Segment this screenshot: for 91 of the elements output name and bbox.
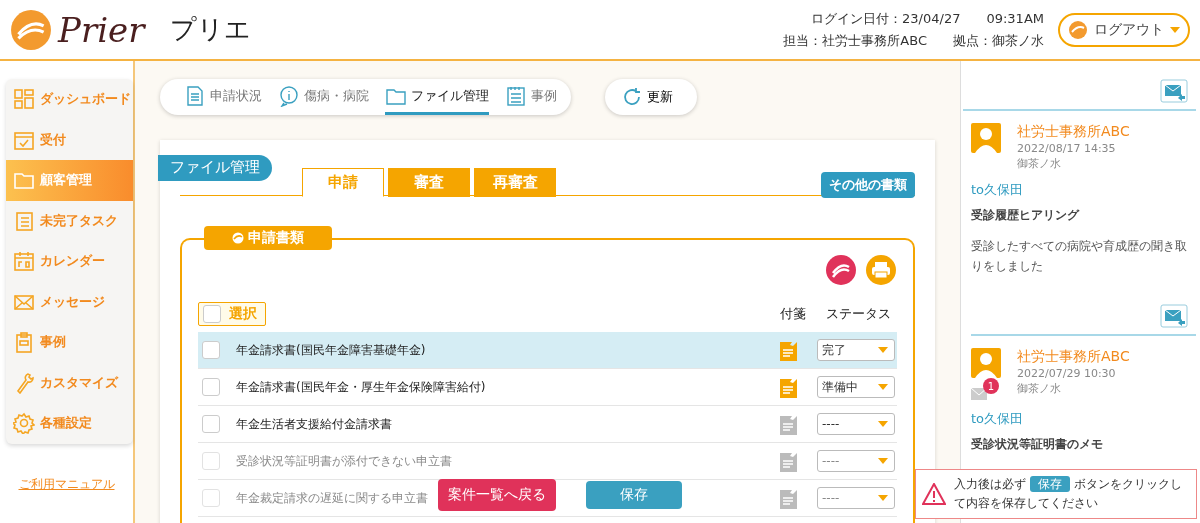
notepad-icon <box>505 84 527 107</box>
logout-button[interactable]: ログアウト <box>1058 12 1190 47</box>
document-icon <box>184 84 206 107</box>
row-checkbox[interactable] <box>202 341 220 359</box>
sidebar-item[interactable]: ダッシュボード <box>6 79 133 120</box>
status-select[interactable]: 準備中 <box>817 376 895 398</box>
print-icon[interactable] <box>865 254 897 286</box>
settings-icon <box>13 412 35 435</box>
document-name: 年金裁定請求の遅延に関する申立書 <box>236 489 428 507</box>
caret-icon <box>1170 26 1180 33</box>
document-name: 受診状況等証明書が添付できない申立書 <box>236 452 452 470</box>
row-checkbox[interactable] <box>202 489 220 507</box>
select-all-checkbox[interactable]: 選択 <box>198 302 266 326</box>
calendar-icon <box>13 250 35 273</box>
grid-icon <box>13 88 35 111</box>
document-name: 年金生活者支援給付金請求書 <box>236 415 392 433</box>
section-tab[interactable]: 申請状況 <box>184 79 262 115</box>
logo-icon[interactable] <box>825 254 857 286</box>
sidebar-item[interactable]: カレンダー <box>6 241 133 282</box>
back-to-list-button[interactable]: 案件一覧へ戻る <box>438 478 556 511</box>
document-tab[interactable]: 審査 <box>388 168 470 197</box>
other-documents-button[interactable]: その他の書類 <box>821 172 915 198</box>
base-label: 拠点：御茶ノ水 <box>953 31 1044 50</box>
info-icon <box>278 84 300 107</box>
avatar-icon <box>971 348 1001 378</box>
status-select[interactable]: ---- <box>817 487 895 509</box>
reply-mail-icon[interactable] <box>1160 304 1188 328</box>
caret-icon <box>878 384 888 390</box>
caret-icon <box>878 421 888 427</box>
notice-text: 入力後は必ず 保存 ボタンをクリックして内容を保存してください <box>954 474 1183 512</box>
sender-name: 社労士事務所ABC <box>1017 348 1130 366</box>
message-recipient: to久保田 <box>971 410 1025 428</box>
app-name: プリエ <box>170 13 252 46</box>
document-row[interactable]: 年金請求書(国民年金障害基礎年金) 完了 <box>198 332 897 369</box>
warning-icon <box>922 482 946 505</box>
row-checkbox[interactable] <box>202 415 220 433</box>
staff-label: 担当：社労士事務所ABC <box>783 31 927 50</box>
sidebar-item[interactable]: 顧客管理 <box>6 160 133 201</box>
sidebar-item[interactable]: 事例 <box>6 322 133 363</box>
checklist-icon <box>13 209 35 232</box>
document-row[interactable]: 年金請求書(国民年金・厚生年金保険障害給付) 準備中 <box>198 369 897 406</box>
logo-icon <box>1068 19 1088 40</box>
document-row[interactable]: 受診状況等証明書が添付できない申立書 ---- <box>198 443 897 480</box>
login-time: 09:31AM <box>986 9 1044 28</box>
row-checkbox[interactable] <box>202 378 220 396</box>
column-header: 付箋 <box>780 305 806 323</box>
card-title: ファイル管理 <box>158 155 272 181</box>
section-tab[interactable]: ファイル管理 <box>385 79 489 115</box>
document-name: 年金請求書(国民年金・厚生年金保険障害給付) <box>236 378 486 396</box>
logo-icon <box>232 232 244 244</box>
sender-name: 社労士事務所ABC <box>1017 123 1130 141</box>
reply-mail-icon[interactable] <box>1160 79 1188 103</box>
message-recipient: to久保田 <box>971 181 1025 199</box>
caret-icon <box>878 347 888 353</box>
row-checkbox[interactable] <box>202 452 220 470</box>
message-subject: 受診履歴ヒアリング <box>971 207 1081 224</box>
sidebar-item[interactable]: メッセージ <box>6 281 133 322</box>
logo-text: Prier <box>58 9 145 50</box>
mail-icon <box>971 388 987 400</box>
message-date: 2022/08/17 14:35 <box>1017 141 1117 156</box>
unread-badge: 1 <box>983 378 999 394</box>
section-tab[interactable]: 傷病・病院 <box>278 79 369 115</box>
section-tab[interactable]: 事例 <box>505 79 557 115</box>
message-body: 受診したすべての病院や育成歴の聞き取りをしました <box>971 238 1188 275</box>
document-tab[interactable]: 申請 <box>302 168 384 197</box>
section-title: 申請書類 <box>204 226 332 250</box>
message-subject: 受診状況等証明書のメモ <box>971 436 1104 453</box>
refresh-button[interactable]: 更新 <box>605 79 697 115</box>
column-header: ステータス <box>826 305 891 323</box>
logo-icon <box>10 8 52 51</box>
document-tab[interactable]: 再審査 <box>474 168 556 197</box>
message-date: 2022/07/29 10:30 <box>1017 366 1117 381</box>
avatar-icon <box>971 123 1001 153</box>
caret-icon <box>878 495 888 501</box>
manual-link[interactable]: ご利用マニュアル <box>18 475 115 493</box>
sidebar-item[interactable]: 各種設定 <box>6 403 133 444</box>
login-date: ログイン日付：23/04/27 <box>811 9 961 28</box>
refresh-icon <box>621 86 643 108</box>
status-select[interactable]: 完了 <box>817 339 895 361</box>
document-name: 年金請求書(国民年金障害基礎年金) <box>236 341 426 359</box>
document-row[interactable]: 年金生活者支援給付金請求書 ---- <box>198 406 897 443</box>
status-select[interactable]: ---- <box>817 450 895 472</box>
message-place: 御茶ノ水 <box>1017 381 1062 396</box>
sidebar-item[interactable]: 未完了タスク <box>6 200 133 241</box>
caret-icon <box>878 458 888 464</box>
sidebar-item[interactable]: カスタマイズ <box>6 362 133 403</box>
message-place: 御茶ノ水 <box>1017 156 1062 171</box>
sidebar-item[interactable]: 受付 <box>6 119 133 160</box>
status-select[interactable]: ---- <box>817 413 895 435</box>
save-button[interactable]: 保存 <box>586 480 682 509</box>
clipboard-icon <box>13 331 35 354</box>
